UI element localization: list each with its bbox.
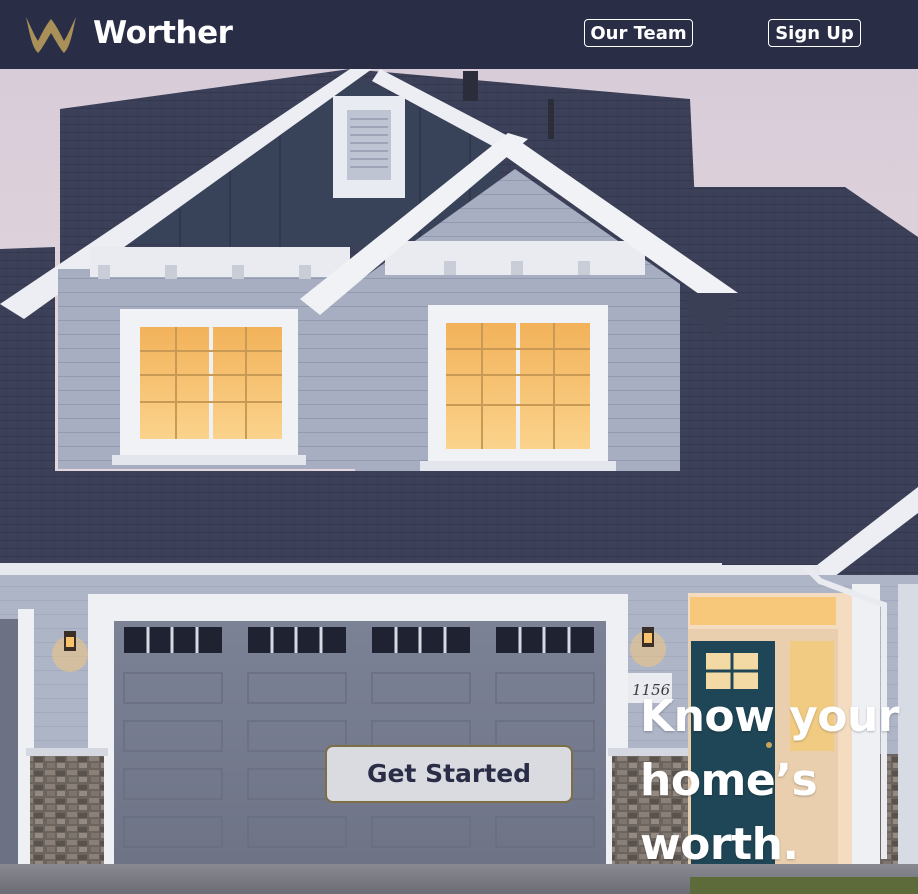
hero-headline: Know your home’s worth. xyxy=(640,691,900,870)
top-navbar: Worther Our Team Sign Up xyxy=(0,0,918,69)
brand-name[interactable]: Worther xyxy=(93,13,233,53)
sign-up-button[interactable]: Sign Up xyxy=(768,19,861,47)
get-started-button[interactable]: Get Started xyxy=(325,745,573,803)
landing-page: Worther Our Team Sign Up 1156 Know your … xyxy=(0,0,918,894)
crown-w-logo-icon[interactable] xyxy=(24,13,78,57)
hero-section: 1156 Know your home’s worth. Get Started xyxy=(0,69,918,894)
our-team-button[interactable]: Our Team xyxy=(584,19,693,47)
